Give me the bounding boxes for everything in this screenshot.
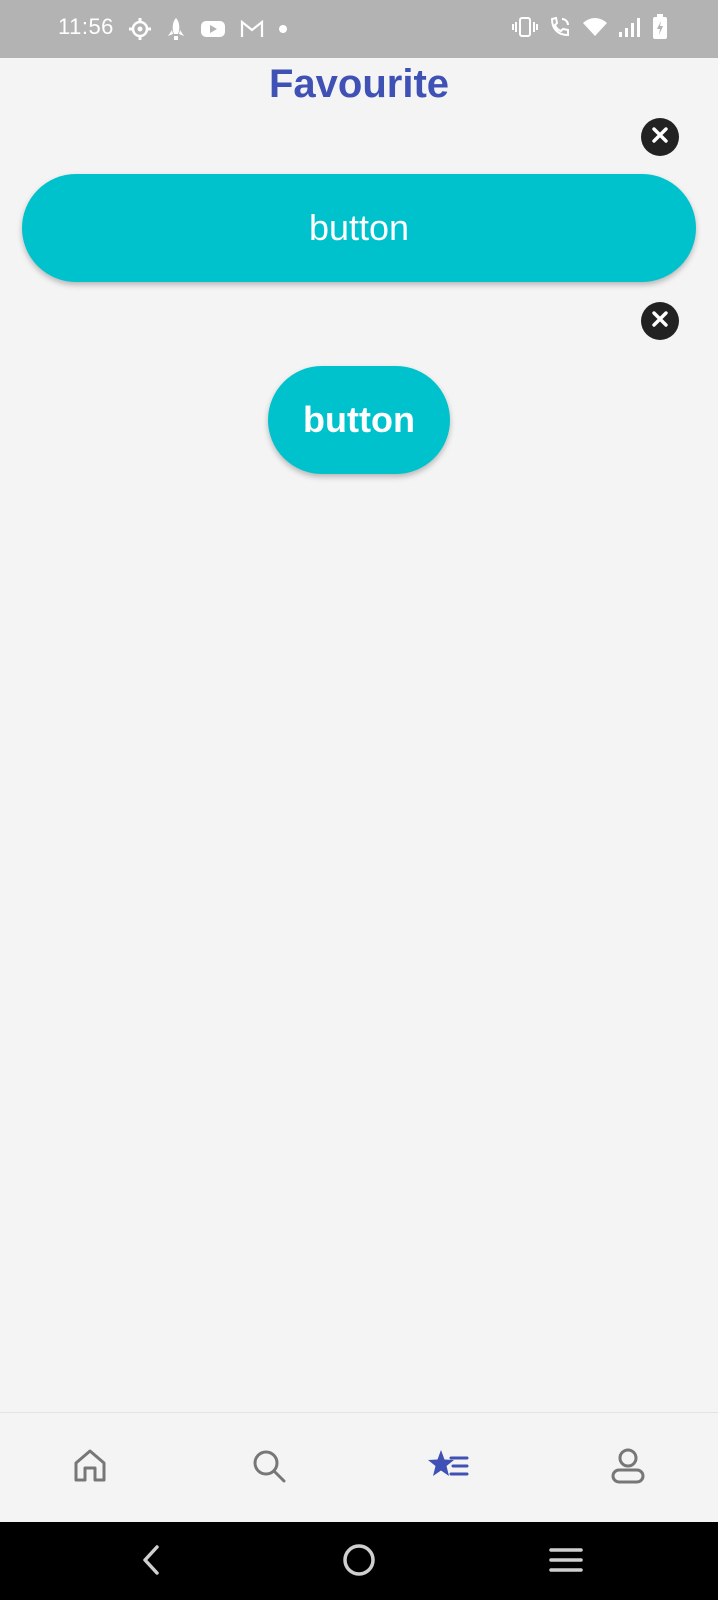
status-left-icons — [128, 16, 288, 42]
rocket-icon — [166, 16, 186, 42]
remove-favourite-button[interactable] — [641, 118, 679, 156]
favourite-button-wide[interactable]: button — [22, 174, 696, 282]
search-icon — [249, 1446, 289, 1490]
system-recents-button[interactable] — [544, 1540, 588, 1584]
recents-menu-icon — [548, 1545, 584, 1579]
settings-gear-icon — [128, 17, 152, 41]
page-title: Favourite — [268, 62, 450, 106]
notification-dot-icon — [278, 24, 288, 34]
vibrate-icon — [512, 15, 538, 39]
close-icon — [650, 309, 670, 333]
star-list-icon — [427, 1446, 471, 1490]
youtube-icon — [200, 19, 226, 39]
system-back-button[interactable] — [130, 1540, 174, 1584]
status-time: 11:56 — [58, 14, 114, 39]
system-nav-bar — [0, 1522, 718, 1600]
gmail-icon — [240, 19, 264, 39]
nav-item-search[interactable] — [244, 1443, 294, 1493]
system-home-button[interactable] — [337, 1540, 381, 1584]
close-icon — [650, 125, 670, 149]
wifi-icon — [582, 16, 608, 38]
battery-charging-icon — [652, 14, 668, 40]
nav-item-favourite[interactable] — [424, 1443, 474, 1493]
nav-item-home[interactable] — [65, 1443, 115, 1493]
back-icon — [137, 1543, 167, 1581]
home-circle-icon — [341, 1542, 377, 1582]
home-icon — [70, 1446, 110, 1490]
user-icon — [608, 1446, 648, 1490]
signal-icon — [618, 16, 642, 38]
remove-favourite-button[interactable] — [641, 302, 679, 340]
wifi-calling-icon — [548, 15, 572, 39]
status-right-icons — [512, 14, 668, 40]
bottom-nav — [0, 1412, 718, 1523]
nav-item-profile[interactable] — [603, 1443, 653, 1493]
favourite-button-compact[interactable]: button — [268, 366, 450, 474]
status-bar: 11:56 — [0, 0, 718, 58]
